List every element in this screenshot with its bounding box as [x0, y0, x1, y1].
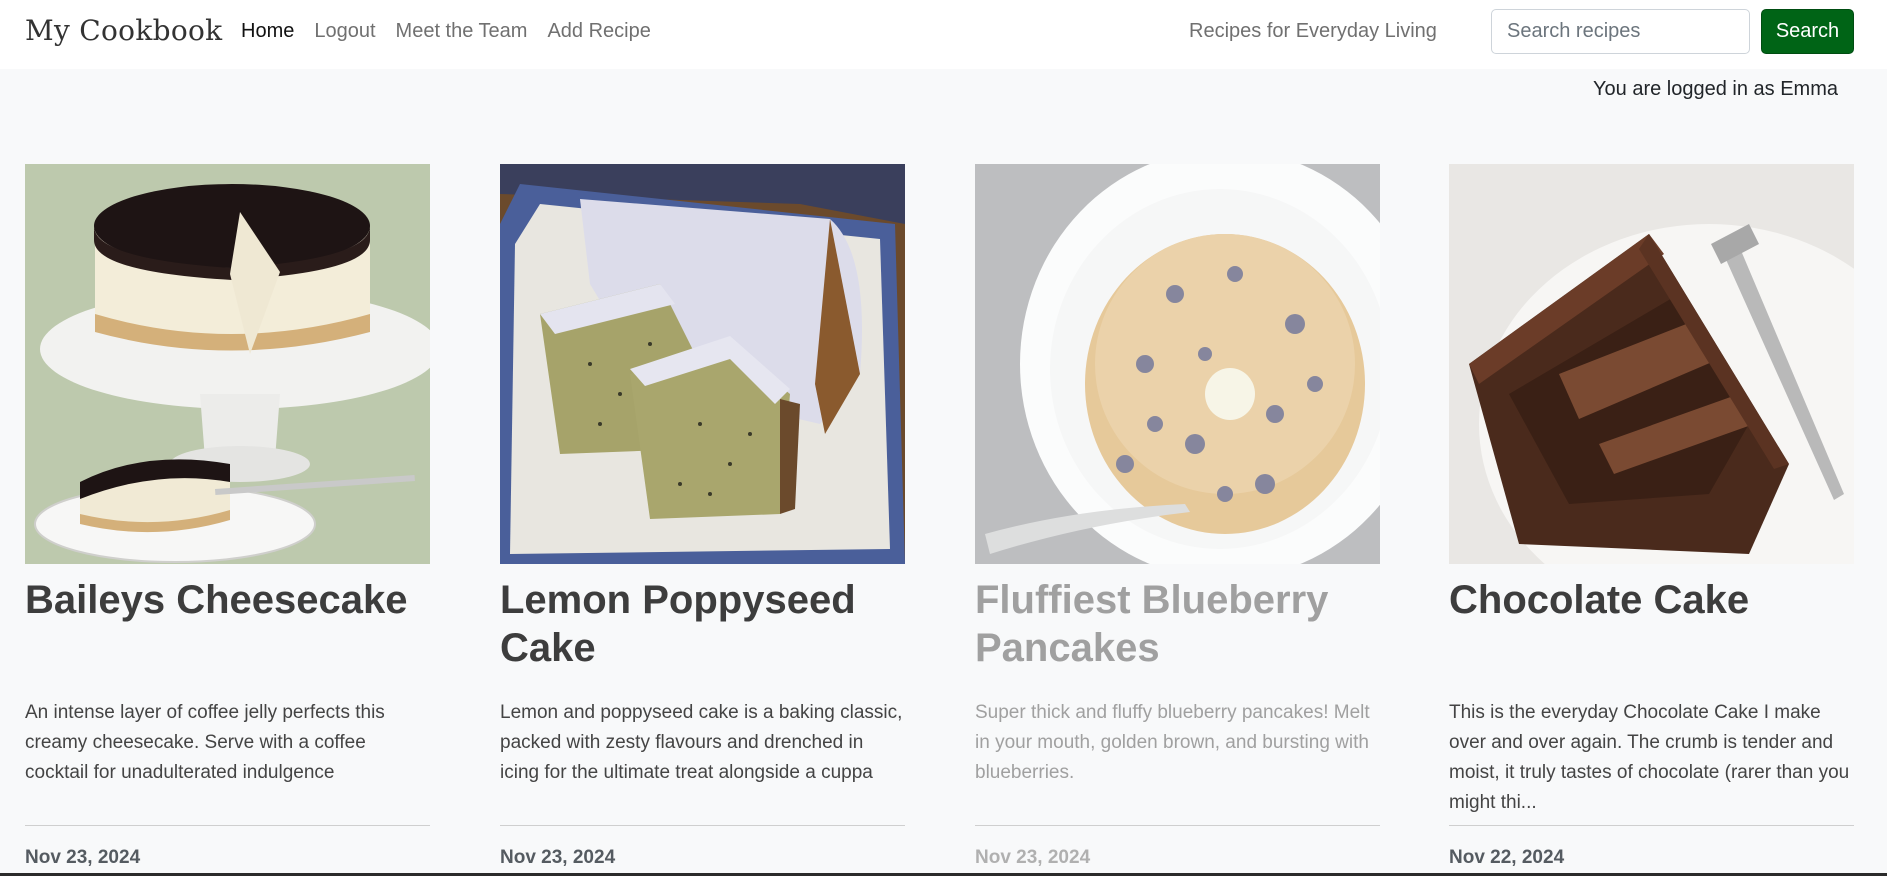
card-divider: [975, 825, 1380, 826]
login-status: You are logged in as Emma: [1593, 78, 1838, 100]
recipe-card-chocolate-cake: Chocolate Cake This is the everyday Choc…: [1449, 164, 1854, 868]
card-divider: [500, 825, 905, 826]
card-divider: [1449, 825, 1854, 826]
recipe-date: Nov 23, 2024: [500, 847, 616, 868]
recipe-description: Super thick and fluffy blueberry pancake…: [975, 702, 1370, 783]
recipe-description: This is the everyday Chocolate Cake I ma…: [1449, 702, 1850, 813]
recipe-card-baileys-cheesecake: Baileys Cheesecake An intense layer of c…: [25, 164, 430, 868]
recipe-card-blueberry-pancakes: Fluffiest Blueberry Pancakes Super thick…: [975, 164, 1380, 868]
recipe-title[interactable]: Fluffiest Blueberry Pancakes: [975, 576, 1380, 672]
recipe-date: Nov 23, 2024: [25, 847, 141, 868]
recipe-title[interactable]: Chocolate Cake: [1449, 576, 1854, 672]
nav-link-logout[interactable]: Logout: [314, 20, 375, 43]
recipe-title[interactable]: Lemon Poppyseed Cake: [500, 576, 905, 672]
nav-link-add-recipe[interactable]: Add Recipe: [547, 20, 650, 43]
recipe-description: Lemon and poppyseed cake is a baking cla…: [500, 702, 903, 783]
lemon-cake-photo[interactable]: [500, 164, 905, 564]
recipe-description: An intense layer of coffee jelly perfect…: [25, 702, 385, 783]
cheesecake-photo[interactable]: [25, 164, 430, 564]
nav-links: Home Logout Meet the Team Add Recipe: [241, 20, 671, 43]
card-divider: [25, 825, 430, 826]
search-button[interactable]: Search: [1761, 9, 1854, 54]
site-tagline: Recipes for Everyday Living: [1189, 20, 1437, 42]
nav-link-home[interactable]: Home: [241, 20, 294, 43]
chocolate-cake-photo[interactable]: [1449, 164, 1854, 564]
recipe-date: Nov 23, 2024: [975, 847, 1091, 868]
pancakes-photo[interactable]: [975, 164, 1380, 564]
navbar: My Cookbook Home Logout Meet the Team Ad…: [0, 0, 1887, 69]
search-input[interactable]: [1491, 9, 1750, 54]
nav-link-meet-the-team[interactable]: Meet the Team: [396, 20, 528, 43]
recipe-card-lemon-poppyseed-cake: Lemon Poppyseed Cake Lemon and poppyseed…: [500, 164, 905, 868]
recipe-title[interactable]: Baileys Cheesecake: [25, 576, 430, 672]
brand-logo[interactable]: My Cookbook: [25, 14, 222, 47]
recipe-date: Nov 22, 2024: [1449, 847, 1565, 868]
